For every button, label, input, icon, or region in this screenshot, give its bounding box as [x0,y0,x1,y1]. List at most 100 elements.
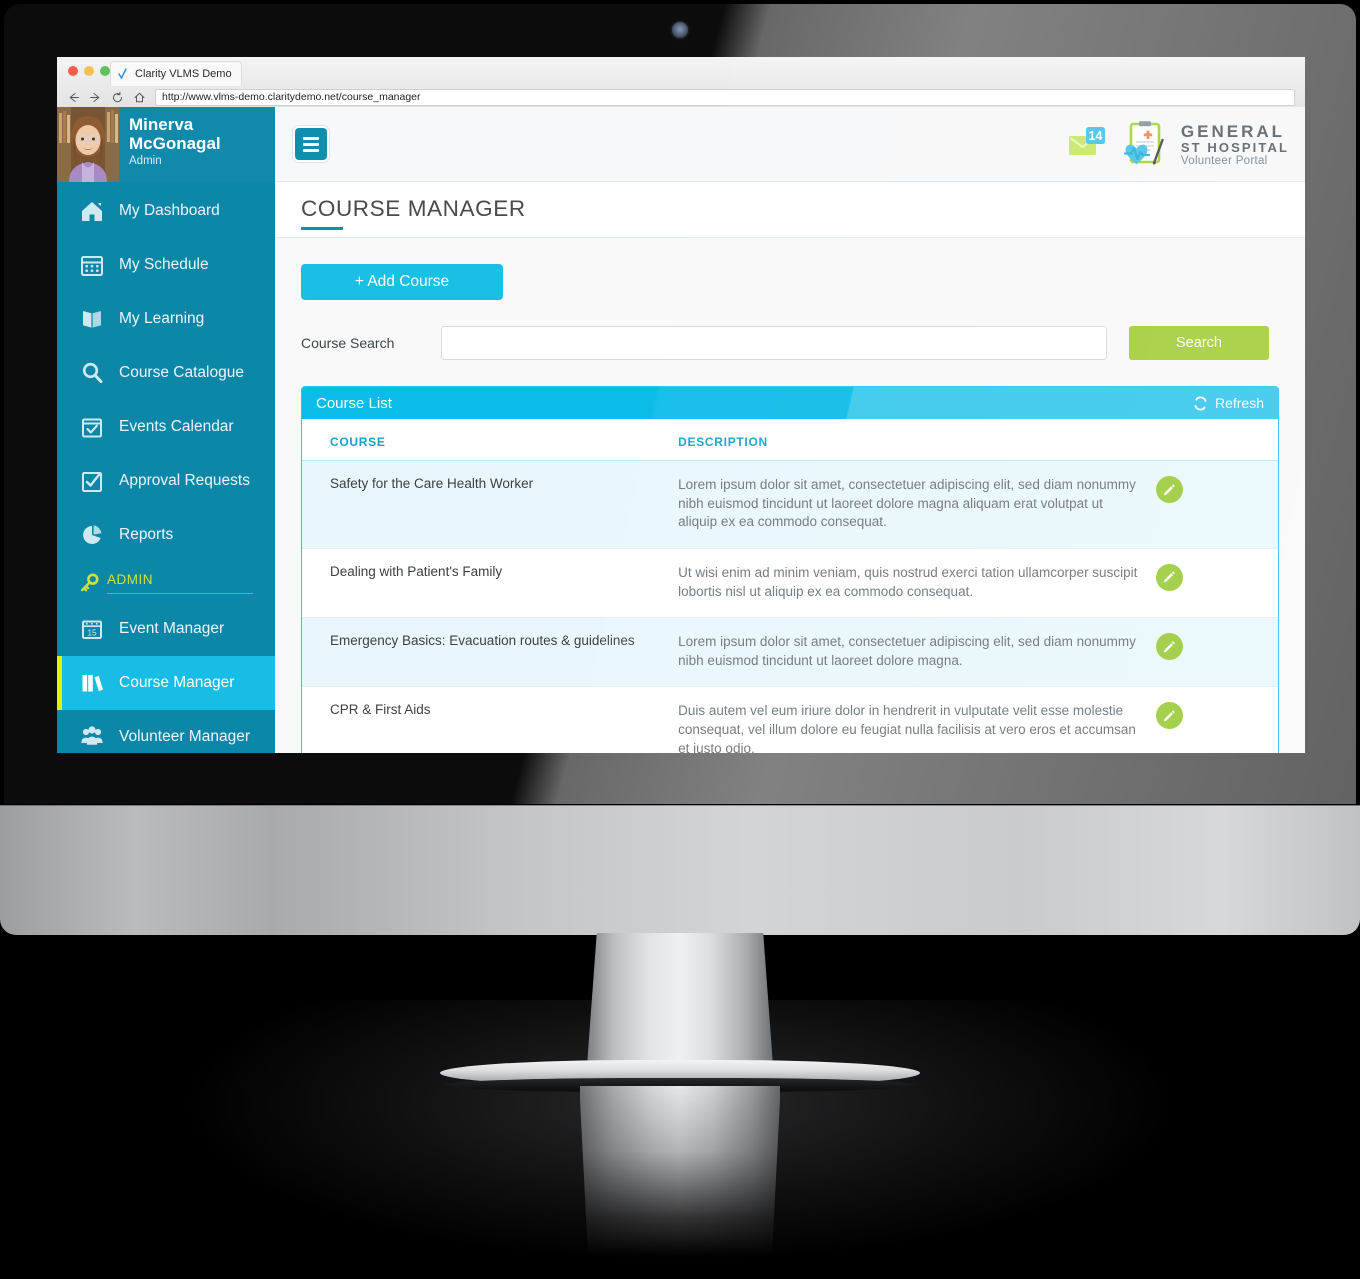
close-window-button[interactable] [68,66,78,76]
sidebar-item-course-manager[interactable]: Course Manager [57,656,291,710]
course-name-cell: Emergency Basics: Evacuation routes & gu… [302,617,679,688]
admin-section-label: ADMIN [107,572,253,594]
browser-window: Clarity VLMS Demo http://www.vlms-demo.c… [57,57,1305,753]
menu-toggle-button[interactable] [295,128,327,160]
row-actions-cell [1155,617,1278,688]
row-actions-cell [1155,548,1278,619]
browser-chrome: Clarity VLMS Demo http://www.vlms-demo.c… [57,57,1305,107]
monitor-stand-neck [587,933,773,1076]
brand-text: GENERAL ST HOSPITAL Volunteer Portal [1181,122,1289,168]
refresh-button[interactable]: Refresh [1192,395,1264,412]
avatar [57,107,119,182]
brand-line-3: Volunteer Portal [1180,155,1268,168]
url-bar[interactable]: http://www.vlms-demo.claritydemo.net/cou… [155,88,1295,106]
sidebar-item-label: Course Manager [119,674,235,691]
page-viewport: Minerva McGonagal Admin My Dashboard My … [57,107,1305,753]
monitor-chin [0,806,1360,935]
column-header-course: COURSE [302,419,679,461]
course-list-panel: Course List Refresh COURSE DESCRIPTION S… [301,386,1279,753]
column-header-description: DESCRIPTION [678,419,1156,461]
pencil-icon [1164,640,1176,653]
calendar-icon [81,256,103,276]
search-row: Course Search Search [301,326,1279,360]
browser-nav-bar: http://www.vlms-demo.claritydemo.net/cou… [57,87,1305,107]
course-table: COURSE DESCRIPTION Safety for the Care H… [302,419,1278,753]
sidebar-item-volunteer-manager[interactable]: Volunteer Manager [57,710,275,753]
search-button[interactable]: Search [1129,326,1269,360]
row-actions-cell [1155,687,1278,753]
browser-tab-title: Clarity VLMS Demo [135,68,232,80]
course-table-body: Safety for the Care Health Worker Lorem … [302,460,1278,753]
table-row[interactable]: CPR & First Aids Duis autem vel eum iriu… [302,687,1278,753]
row-actions-cell [1155,460,1278,549]
sidebar-item-my-learning[interactable]: My Learning [57,292,275,346]
sidebar-item-label: Volunteer Manager [119,728,250,745]
notifications-button[interactable]: 14 [1067,124,1115,164]
checkmark-favicon-icon [118,68,127,80]
course-name-cell: CPR & First Aids [330,702,431,718]
course-list-panel-header: Course List Refresh [302,387,1278,419]
window-controls[interactable] [68,66,110,76]
course-description-cell: Lorem ipsum dolor sit amet, consectetuer… [678,460,1156,549]
sidebar-item-label: Events Calendar [119,418,234,435]
sidebar-item-event-manager[interactable]: 15 Event Manager [57,602,275,656]
pencil-icon [1164,483,1176,495]
hamburger-icon [303,136,319,140]
webcam-icon [672,22,688,38]
main-content: 14 GENERAL ST HOSPITAL Volunteer Portal … [275,107,1305,753]
edit-course-button[interactable] [1155,702,1183,730]
home-icon[interactable] [133,91,146,104]
table-header-row: COURSE DESCRIPTION [302,419,1278,461]
maximize-window-button[interactable] [100,66,110,76]
people-icon [81,726,103,745]
page-title: COURSE MANAGER [301,196,526,221]
calendar-15-icon: 15 [82,620,102,639]
brand-logo: GENERAL ST HOSPITAL Volunteer Portal [1118,119,1289,171]
hamburger-icon [303,142,319,146]
edit-course-button[interactable] [1155,633,1183,661]
book-icon [83,311,101,328]
user-name-last: McGonagal [129,134,221,153]
reload-icon[interactable] [111,91,124,104]
minimize-window-button[interactable] [84,66,94,76]
hamburger-icon [303,148,319,152]
course-search-input[interactable] [441,326,1107,360]
sidebar-nav: My Dashboard My Schedule My Learning Cou… [57,182,291,753]
title-underline [301,227,343,230]
course-name-cell: Dealing with Patient's Family [302,548,679,619]
sidebar-item-my-schedule[interactable]: My Schedule [57,238,275,292]
user-role: Admin [129,155,162,167]
magnifier-icon [82,362,103,384]
home-icon [82,202,102,221]
sidebar-item-reports[interactable]: Reports [57,508,275,562]
sidebar-item-my-dashboard[interactable]: My Dashboard [57,184,275,238]
sidebar-item-label: Course Catalogue [119,364,244,381]
sidebar-item-label: Event Manager [119,620,225,637]
add-course-button[interactable]: + Add Course [301,264,503,300]
user-meta: Minerva McGonagal Admin [119,107,221,182]
notification-count: 14 [1089,129,1103,143]
course-description-cell: Ut wisi enim ad minim veniam, quis nostr… [678,548,1156,619]
panel-header-glare [302,387,1278,419]
user-name-first: Minerva [129,115,194,134]
edit-course-button[interactable] [1155,563,1183,591]
sidebar-item-events-calendar[interactable]: Events Calendar [57,400,275,454]
monitor-stand-reflection [580,1086,780,1256]
table-row[interactable]: Safety for the Care Health Worker Lorem … [302,460,1278,549]
brand-line-2: ST HOSPITAL [1180,139,1289,155]
sidebar-item-label: Approval Requests [119,472,250,489]
browser-tab[interactable]: Clarity VLMS Demo [110,61,242,86]
brand-line-1: GENERAL [1180,121,1286,141]
pencil-icon [1164,710,1176,722]
edit-course-button[interactable] [1155,476,1183,503]
calendar-check-icon [82,418,102,438]
table-row[interactable]: Emergency Basics: Evacuation routes & gu… [302,617,1278,688]
table-row[interactable]: Dealing with Patient's Family Ut wisi en… [302,548,1278,619]
forward-arrow-icon[interactable] [89,91,102,104]
back-arrow-icon[interactable] [67,91,80,104]
user-panel[interactable]: Minerva McGonagal Admin [57,107,275,182]
sidebar-item-course-catalogue[interactable]: Course Catalogue [57,346,275,400]
course-search-label: Course Search [301,335,395,351]
course-name-cell: Safety for the Care Health Worker [302,460,679,549]
sidebar-item-approval-requests[interactable]: Approval Requests [57,454,275,508]
